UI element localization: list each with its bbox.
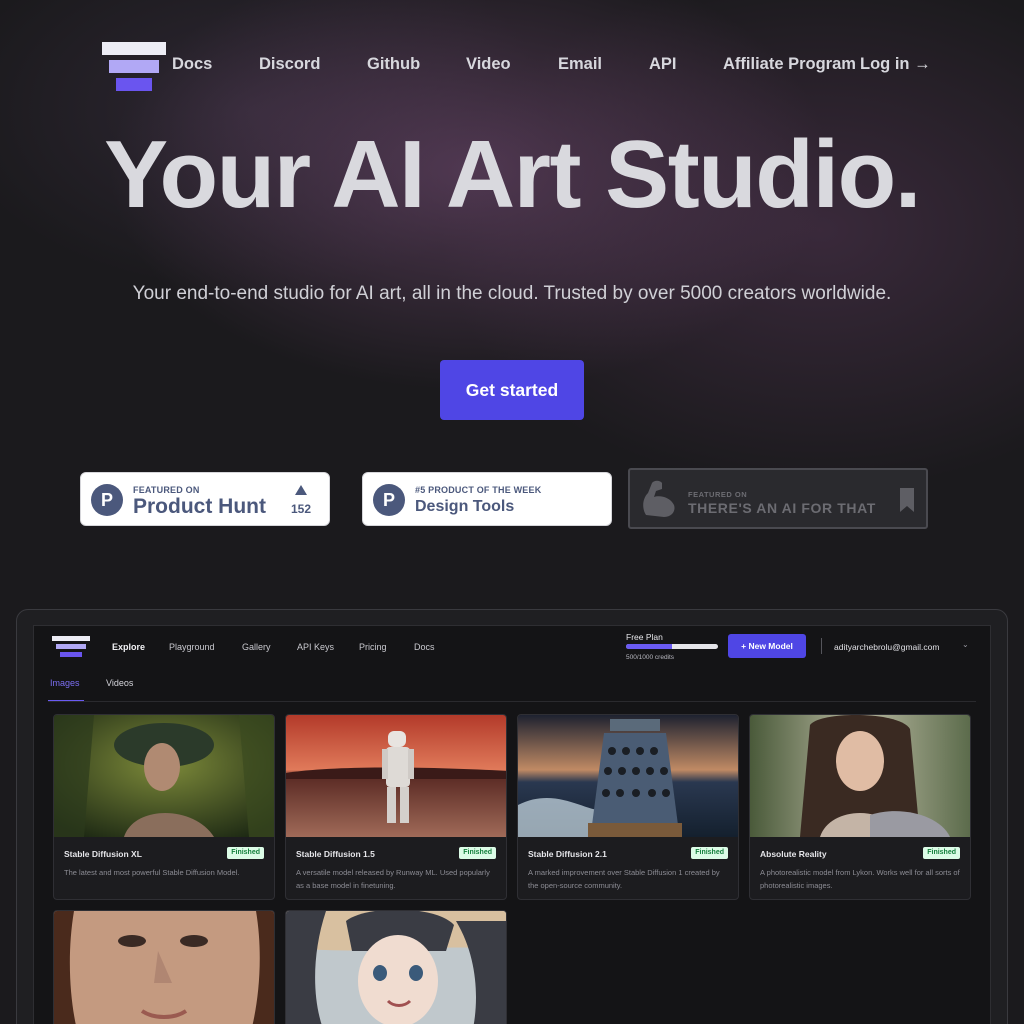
login-link[interactable]: Log in →	[860, 55, 931, 74]
nav-affiliate-program[interactable]: Affiliate Program	[723, 55, 856, 74]
badge-rank-label: #5 PRODUCT OF THE WEEK	[415, 485, 542, 495]
credits-progress-fill	[626, 644, 672, 649]
model-card[interactable]	[53, 910, 275, 1024]
top-nav: Docs Discord Github Video Email API Affi…	[0, 40, 1024, 91]
hero-subtitle: Your end-to-end studio for AI art, all i…	[132, 283, 892, 304]
nav-github[interactable]: Github	[367, 55, 420, 74]
status-badge: Finished	[923, 847, 960, 859]
plan-label: Free Plan	[626, 632, 663, 642]
status-badge: Finished	[459, 847, 496, 859]
badge-featured-label: FEATURED ON	[133, 485, 200, 495]
app-nav-pricing[interactable]: Pricing	[359, 642, 387, 652]
model-name: Stable Diffusion XL	[64, 849, 142, 859]
nav-api[interactable]: API	[649, 55, 677, 74]
status-badge: Finished	[691, 847, 728, 859]
badge-featured-label: FEATURED ON	[688, 490, 748, 499]
credits-progress-bar	[626, 644, 718, 649]
product-hunt-icon: P	[91, 484, 123, 516]
nav-discord[interactable]: Discord	[259, 55, 320, 74]
flexed-arm-icon	[643, 480, 675, 517]
nav-docs[interactable]: Docs	[172, 55, 212, 74]
model-preview-image	[518, 715, 738, 837]
app-nav-docs[interactable]: Docs	[414, 642, 435, 652]
badge-category: Design Tools	[415, 498, 515, 515]
new-model-button[interactable]: + New Model	[728, 634, 806, 658]
app-nav-gallery[interactable]: Gallery	[242, 642, 271, 652]
ai-for-that-badge[interactable]: FEATURED ON THERE'S AN AI FOR THAT	[628, 468, 928, 529]
model-card[interactable]: Stable Diffusion XL Finished The latest …	[53, 714, 275, 900]
nav-video[interactable]: Video	[466, 55, 511, 74]
tab-images[interactable]: Images	[50, 678, 80, 688]
hero-title: Your AI Art Studio.	[104, 121, 921, 228]
model-description: A photorealistic model from Lykon. Works…	[760, 868, 960, 890]
tabs-divider	[48, 701, 976, 702]
product-of-week-badge[interactable]: P #5 PRODUCT OF THE WEEK Design Tools	[362, 472, 612, 526]
logo-icon[interactable]	[102, 42, 166, 91]
tab-videos[interactable]: Videos	[106, 678, 133, 688]
upvote-count: 152	[291, 502, 312, 516]
model-card[interactable]	[285, 910, 507, 1024]
chevron-down-icon[interactable]: ⌄	[962, 640, 969, 649]
model-name: Stable Diffusion 2.1	[528, 849, 607, 859]
product-hunt-badge[interactable]: P FEATURED ON Product Hunt 152	[80, 472, 330, 526]
upvote-icon	[295, 485, 307, 495]
app-preview-screen: Explore Playground Gallery API Keys Pric…	[33, 625, 991, 1024]
model-card[interactable]: Absolute Reality Finished A photorealist…	[749, 714, 971, 900]
product-hunt-icon: P	[373, 484, 405, 516]
model-preview-image	[750, 715, 970, 837]
model-preview-image	[54, 715, 274, 837]
badge-title: THERE'S AN AI FOR THAT	[688, 500, 876, 516]
model-description: A marked improvement over Stable Diffusi…	[528, 868, 720, 890]
nav-email[interactable]: Email	[558, 55, 602, 74]
model-card[interactable]: Stable Diffusion 2.1 Finished A marked i…	[517, 714, 739, 900]
credits-count: 500/1000 credits	[626, 654, 675, 661]
app-nav-playground[interactable]: Playground	[169, 642, 215, 652]
user-email[interactable]: adityarchebrolu@gmail.com	[834, 642, 939, 652]
model-preview-image	[54, 911, 274, 1024]
model-name: Absolute Reality	[760, 849, 827, 859]
model-name: Stable Diffusion 1.5	[296, 849, 375, 859]
app-logo-icon[interactable]	[52, 636, 90, 658]
badge-title: Product Hunt	[133, 495, 266, 518]
model-preview-image	[286, 715, 506, 837]
model-description: The latest and most powerful Stable Diff…	[64, 868, 240, 877]
app-nav-explore[interactable]: Explore	[112, 642, 145, 652]
get-started-button[interactable]: Get started	[440, 360, 584, 420]
model-preview-image	[286, 911, 506, 1024]
status-badge: Finished	[227, 847, 264, 859]
bookmark-icon	[900, 488, 914, 512]
model-card[interactable]: Stable Diffusion 1.5 Finished A versatil…	[285, 714, 507, 900]
nav-divider	[821, 638, 822, 654]
app-nav-api-keys[interactable]: API Keys	[297, 642, 334, 652]
model-description: A versatile model released by Runway ML.…	[296, 868, 490, 890]
active-tab-indicator	[48, 700, 84, 701]
